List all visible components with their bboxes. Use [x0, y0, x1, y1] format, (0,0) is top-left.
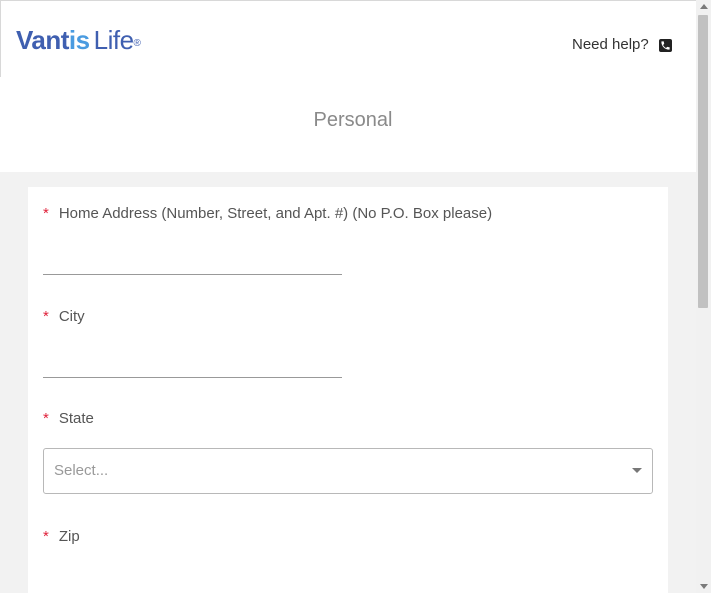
- city-label: * City: [43, 308, 85, 326]
- home-address-input[interactable]: [43, 248, 342, 275]
- header-left-divider: [0, 0, 1, 77]
- zip-label: * Zip: [43, 528, 80, 546]
- need-help-link[interactable]: Need help?: [572, 36, 672, 54]
- required-marker: *: [43, 308, 49, 325]
- page-background: Vantis Life® Need help? Personal * Home Ad…: [0, 0, 696, 607]
- scroll-up-arrow-icon[interactable]: [700, 4, 708, 9]
- required-marker: *: [43, 410, 49, 427]
- required-marker: *: [43, 528, 49, 545]
- registered-mark: ®: [133, 38, 141, 49]
- home-address-label: * Home Address (Number, Street, and Apt. …: [43, 205, 492, 223]
- city-label-text: City: [58, 308, 85, 325]
- zip-label-text: Zip: [58, 528, 80, 545]
- chevron-down-icon[interactable]: [632, 468, 642, 473]
- logo-text-part1: Vant: [16, 25, 69, 55]
- phone-icon: [658, 38, 672, 52]
- need-help-label: Need help?: [572, 36, 649, 53]
- vantis-life-logo: Vantis Life®: [16, 25, 141, 55]
- state-select[interactable]: Select...: [43, 448, 653, 494]
- city-input[interactable]: [43, 351, 342, 378]
- header-divider: [0, 0, 696, 1]
- logo-text-part2: is: [68, 25, 90, 55]
- state-select-placeholder: Select...: [54, 462, 109, 479]
- vertical-scrollbar[interactable]: [696, 0, 711, 593]
- state-label-text: State: [58, 410, 94, 427]
- scroll-down-arrow-icon[interactable]: [700, 584, 708, 589]
- home-address-label-text: Home Address (Number, Street, and Apt. #…: [58, 205, 493, 222]
- logo-text-part3: Life: [93, 25, 134, 55]
- personal-form-card: * Home Address (Number, Street, and Apt. …: [28, 187, 668, 607]
- page-title: Personal: [313, 109, 393, 131]
- required-marker: *: [43, 205, 49, 222]
- page-header: Vantis Life® Need help? Personal: [0, 0, 696, 172]
- scrollbar-thumb[interactable]: [698, 15, 708, 308]
- state-label: * State: [43, 410, 94, 428]
